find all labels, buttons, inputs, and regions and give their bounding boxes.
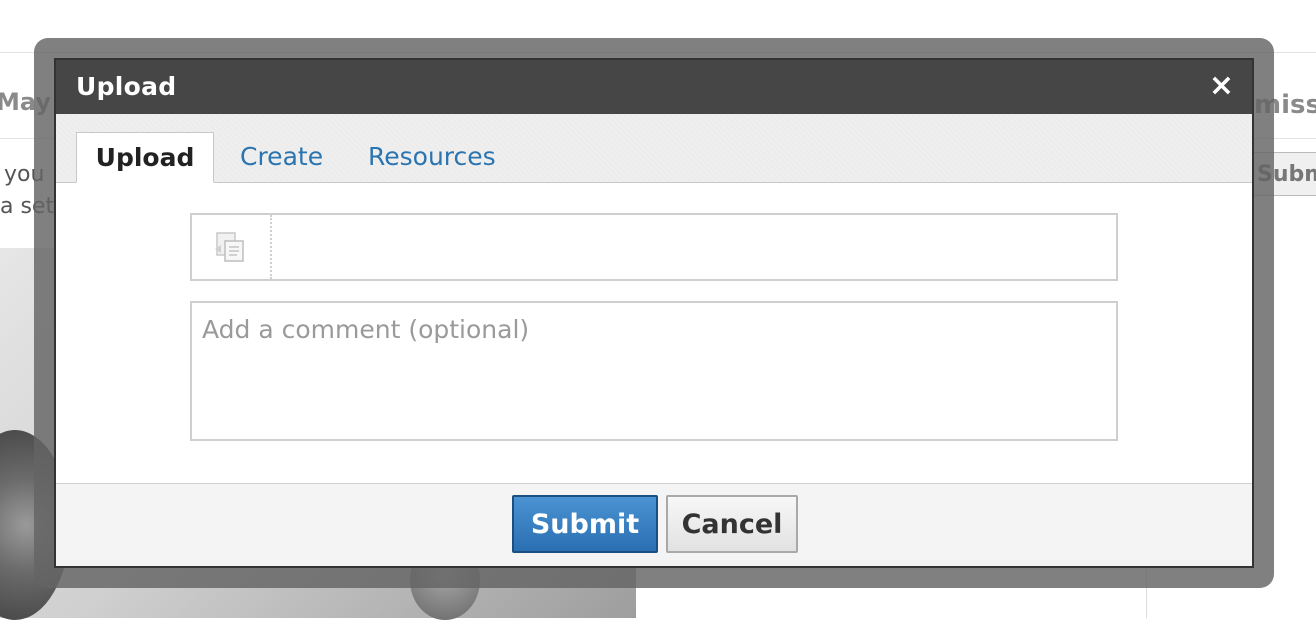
dialog-footer: Submit Cancel (56, 483, 1252, 566)
upload-dialog: Upload × Upload Create Resources Submit … (54, 58, 1254, 568)
cancel-button[interactable]: Cancel (666, 495, 798, 553)
comment-textarea[interactable] (190, 301, 1118, 441)
dialog-titlebar: Upload × (56, 60, 1252, 114)
file-input-field[interactable] (190, 213, 1118, 281)
tab-resources[interactable]: Resources (368, 132, 496, 182)
tab-create[interactable]: Create (240, 132, 323, 182)
close-icon[interactable]: × (1209, 70, 1234, 102)
submit-button[interactable]: Submit (512, 495, 658, 553)
dialog-tabs: Upload Create Resources (56, 114, 1252, 183)
tab-upload[interactable]: Upload (76, 132, 214, 183)
dialog-title: Upload (76, 72, 177, 101)
dialog-content (56, 183, 1252, 488)
file-upload-icon[interactable] (192, 215, 272, 279)
